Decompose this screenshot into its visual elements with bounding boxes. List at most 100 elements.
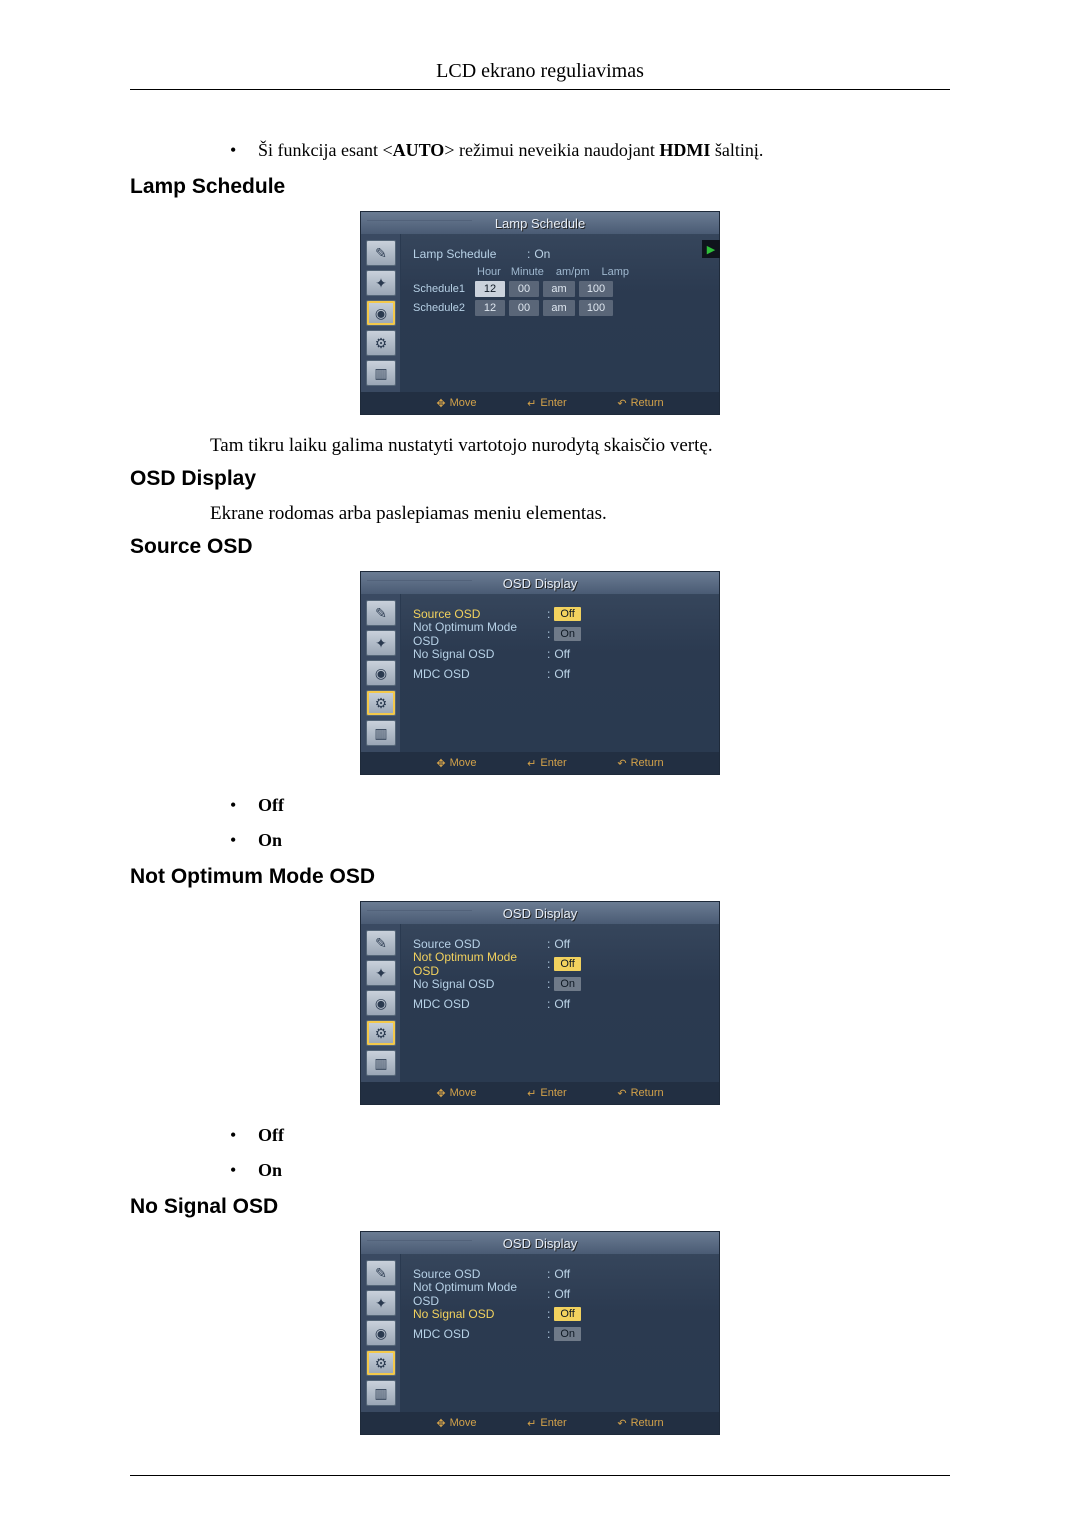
footer-return: ↶Return (617, 1417, 663, 1430)
note-bullet: • Ši funkcija esant <AUTO> režimui nevei… (230, 140, 950, 161)
lamp-row-1[interactable]: Schedule1 12 00 am 100 (413, 281, 707, 297)
footer-enter: ↵Enter (527, 757, 567, 770)
brush-icon[interactable]: ✎ (366, 1260, 396, 1286)
footer-move: ✥Move (436, 397, 476, 410)
enter-icon: ↵ (527, 1087, 536, 1100)
lamp-row-2[interactable]: Schedule2 12 00 am 100 (413, 300, 707, 316)
osd-title: Lamp Schedule (361, 212, 719, 234)
osd-row-mdc[interactable]: MDC OSD: Off (413, 664, 707, 684)
clock-icon[interactable]: ◉ (366, 990, 396, 1016)
brush-icon[interactable]: ✎ (366, 240, 396, 266)
clock-icon[interactable]: ◉ (366, 660, 396, 686)
col-lamp: Lamp (602, 266, 630, 278)
return-icon: ↶ (617, 1417, 626, 1430)
osd-row-not-optimum[interactable]: Not Optimum Mode OSD: Off (413, 954, 707, 974)
osd-row-not-optimum[interactable]: Not Optimum Mode OSD: On (413, 624, 707, 644)
osd-label: Source OSD (413, 607, 543, 621)
osd-value: On (554, 977, 581, 991)
osd-row-no-signal[interactable]: No Signal OSD: Off (413, 644, 707, 664)
return-icon: ↶ (617, 757, 626, 770)
footer-enter: ↵Enter (527, 1087, 567, 1100)
osd-value: Off (554, 647, 570, 661)
arrow-icon[interactable]: ✦ (366, 1290, 396, 1316)
chart-icon[interactable]: ▥ (366, 1050, 396, 1076)
lamp-hour[interactable]: 12 (475, 281, 505, 297)
osd-value: Off (554, 937, 570, 951)
gear-icon[interactable]: ⚙ (366, 330, 396, 356)
clock-icon[interactable]: ◉ (366, 1320, 396, 1346)
brush-icon[interactable]: ✎ (366, 600, 396, 626)
col-hour: Hour (477, 266, 501, 278)
return-icon: ↶ (617, 1087, 626, 1100)
lamp-value[interactable]: 100 (579, 300, 613, 316)
chart-icon[interactable]: ▥ (366, 1380, 396, 1406)
heading-no-signal: No Signal OSD (130, 1195, 950, 1219)
bullet-label: On (258, 830, 282, 850)
osd-label: MDC OSD (413, 667, 543, 681)
osd-value: Off (554, 1307, 580, 1321)
note-suffix: šaltinį. (710, 140, 763, 160)
osd-sidebar: ✎ ✦ ◉ ⚙ ▥ (361, 924, 401, 1082)
osd-row-lamp-schedule[interactable]: Lamp Schedule : On (413, 244, 707, 264)
brush-icon[interactable]: ✎ (366, 930, 396, 956)
chart-icon[interactable]: ▥ (366, 720, 396, 746)
bullet-label: Off (258, 1125, 284, 1145)
footer-enter: ↵Enter (527, 1417, 567, 1430)
footer-return: ↶Return (617, 757, 663, 770)
arrow-icon[interactable]: ✦ (366, 270, 396, 296)
move-icon: ✥ (436, 757, 445, 770)
heading-lamp-schedule: Lamp Schedule (130, 175, 950, 199)
col-minute: Minute (511, 266, 544, 278)
note-text: Ši funkcija esant <AUTO> režimui neveiki… (258, 140, 950, 161)
osd-label: Source OSD (413, 937, 543, 951)
osd-footer: ✥Move ↵Enter ↶Return (361, 1412, 719, 1434)
footer-rule (130, 1475, 950, 1476)
move-icon: ✥ (436, 1087, 445, 1100)
lamp-row-label: Schedule1 (413, 283, 471, 295)
footer-move: ✥Move (436, 1417, 476, 1430)
osd-row-mdc[interactable]: MDC OSD: On (413, 1324, 707, 1344)
note-hdmi: HDMI (659, 140, 710, 160)
arrow-icon[interactable]: ✦ (366, 960, 396, 986)
osd-label: Not Optimum Mode OSD (413, 1280, 543, 1308)
next-arrow-icon[interactable]: ▶ (702, 240, 720, 258)
osd-value: Off (554, 667, 570, 681)
lamp-hour[interactable]: 12 (475, 300, 505, 316)
osd-title: OSD Display (361, 572, 719, 594)
lamp-schedule-description: Tam tikru laiku galima nustatyti vartoto… (210, 435, 950, 457)
move-icon: ✥ (436, 397, 445, 410)
enter-icon: ↵ (527, 397, 536, 410)
osd-row-not-optimum[interactable]: Not Optimum Mode OSD: Off (413, 1284, 707, 1304)
gear-icon[interactable]: ⚙ (366, 690, 396, 716)
osd-row-mdc[interactable]: MDC OSD: Off (413, 994, 707, 1014)
osd-panel-not-optimum: OSD Display ✎ ✦ ◉ ⚙ ▥ Source OSD: Off No… (360, 901, 720, 1105)
osd-sidebar: ✎ ✦ ◉ ⚙ ▥ (361, 234, 401, 392)
gear-icon[interactable]: ⚙ (366, 1020, 396, 1046)
enter-icon: ↵ (527, 1417, 536, 1430)
osd-main: Source OSD: Off Not Optimum Mode OSD: Of… (401, 1254, 719, 1412)
osd-value: Off (554, 997, 570, 1011)
clock-icon[interactable]: ◉ (366, 300, 396, 326)
osd-panel-source: OSD Display ✎ ✦ ◉ ⚙ ▥ Source OSD: Off No… (360, 571, 720, 775)
osd-main: ▶ Lamp Schedule : On Hour Minute am/pm L… (401, 234, 719, 392)
lamp-row-label: Schedule2 (413, 302, 471, 314)
bullet-label: Off (258, 795, 284, 815)
note-auto: AUTO (393, 140, 445, 160)
lamp-ampm[interactable]: am (543, 281, 575, 297)
col-ampm: am/pm (556, 266, 590, 278)
chart-icon[interactable]: ▥ (366, 360, 396, 386)
bullet-dot-icon: • (230, 1160, 258, 1181)
lamp-minute[interactable]: 00 (509, 300, 539, 316)
lamp-ampm[interactable]: am (543, 300, 575, 316)
lamp-minute[interactable]: 00 (509, 281, 539, 297)
note-prefix: Ši funkcija esant < (258, 140, 393, 160)
osd-title: OSD Display (361, 902, 719, 924)
osd-row-no-signal[interactable]: No Signal OSD: On (413, 974, 707, 994)
bullet-dot-icon: • (230, 140, 258, 161)
arrow-icon[interactable]: ✦ (366, 630, 396, 656)
osd-label: Not Optimum Mode OSD (413, 950, 543, 978)
osd-value: Off (554, 1287, 570, 1301)
gear-icon[interactable]: ⚙ (366, 1350, 396, 1376)
osd-row-no-signal[interactable]: No Signal OSD: Off (413, 1304, 707, 1324)
lamp-value[interactable]: 100 (579, 281, 613, 297)
